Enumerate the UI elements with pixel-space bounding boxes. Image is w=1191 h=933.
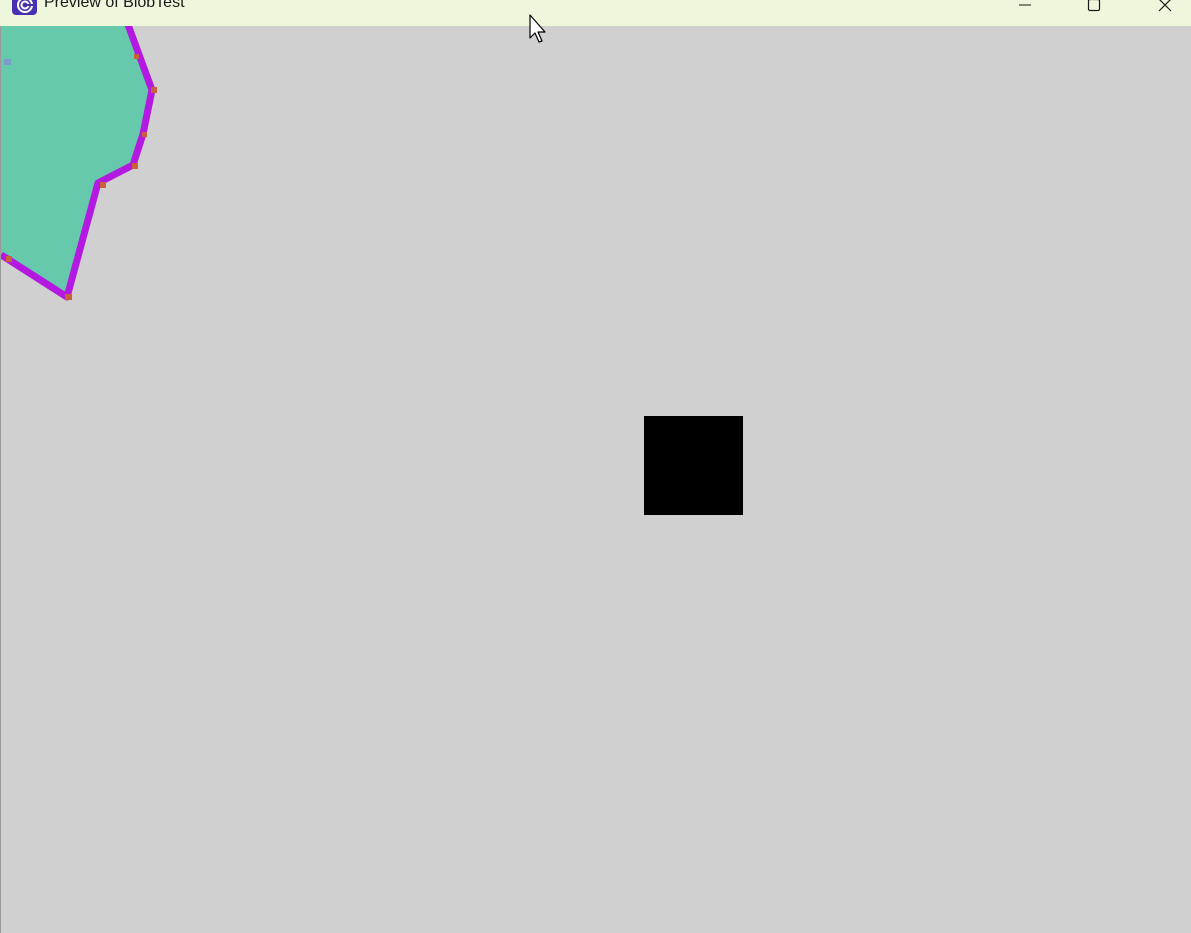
blob-vertex: [142, 132, 147, 137]
blob-vertex: [132, 163, 138, 169]
blob-vertex: [100, 182, 106, 188]
blob-vertex: [134, 54, 139, 59]
preview-window: Preview of BlobTest: [0, 0, 1191, 933]
blob-vertex: [151, 87, 157, 93]
minimize-icon: [1019, 4, 1031, 6]
blob-vertex: [6, 256, 12, 262]
blob-vertex: [65, 294, 72, 300]
app-logo-icon: [12, 0, 37, 15]
maximize-icon: [1087, 0, 1101, 12]
black-square[interactable]: [644, 416, 743, 515]
mouse-pointer-icon: [529, 14, 546, 43]
close-icon: [1158, 0, 1172, 12]
minimize-button[interactable]: [1002, 0, 1048, 18]
close-button[interactable]: [1142, 0, 1188, 18]
window-title: Preview of BlobTest: [44, 0, 185, 11]
maximize-button[interactable]: [1071, 0, 1117, 18]
title-bar[interactable]: Preview of BlobTest: [0, 0, 1191, 26]
preview-canvas[interactable]: [0, 26, 1191, 933]
blob-drawing: [1, 26, 157, 301]
blob-marker: [4, 59, 11, 65]
